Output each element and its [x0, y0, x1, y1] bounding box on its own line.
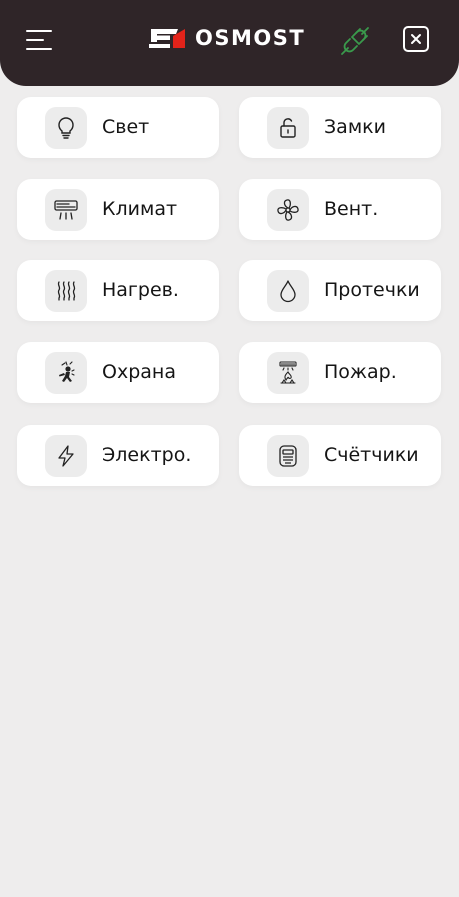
- tile-label: Охрана: [102, 361, 176, 383]
- tile-security[interactable]: Охрана: [17, 342, 219, 403]
- fire-alarm-icon: [267, 352, 309, 394]
- tile-light[interactable]: Свет: [17, 97, 219, 158]
- brand-name: OSMOST: [195, 26, 306, 50]
- tile-meters[interactable]: Счётчики: [239, 425, 441, 486]
- hamburger-menu-icon[interactable]: [26, 27, 54, 53]
- air-conditioner-icon: [45, 189, 87, 231]
- intruder-icon: [45, 352, 87, 394]
- tile-label: Электро.: [102, 444, 192, 466]
- water-drop-icon: [267, 270, 309, 312]
- tile-ventilation[interactable]: Вент.: [239, 179, 441, 240]
- plug-connected-icon[interactable]: [338, 24, 372, 58]
- tile-label: Нагрев.: [102, 279, 179, 301]
- tile-climate[interactable]: Климат: [17, 179, 219, 240]
- tile-label: Протечки: [324, 279, 420, 301]
- lightning-icon: [45, 435, 87, 477]
- meter-icon: [267, 435, 309, 477]
- heat-waves-icon: [45, 270, 87, 312]
- tile-heating[interactable]: Нагрев.: [17, 260, 219, 321]
- tile-locks[interactable]: Замки: [239, 97, 441, 158]
- fan-icon: [267, 189, 309, 231]
- tile-label: Счётчики: [324, 444, 419, 466]
- close-icon: [411, 34, 421, 44]
- logo-mark-icon: [149, 29, 185, 48]
- tile-electricity[interactable]: Электро.: [17, 425, 219, 486]
- tile-label: Климат: [102, 198, 178, 220]
- tile-label: Свет: [102, 116, 150, 138]
- close-button[interactable]: [403, 26, 429, 52]
- brand-logo: OSMOST: [148, 25, 305, 51]
- tile-fire[interactable]: Пожар.: [239, 342, 441, 403]
- tile-label: Замки: [324, 116, 386, 138]
- tile-label: Вент.: [324, 198, 379, 220]
- tile-label: Пожар.: [324, 361, 397, 383]
- tile-leaks[interactable]: Протечки: [239, 260, 441, 321]
- lightbulb-icon: [45, 107, 87, 149]
- lock-icon: [267, 107, 309, 149]
- top-bar: OSMOST: [0, 0, 459, 86]
